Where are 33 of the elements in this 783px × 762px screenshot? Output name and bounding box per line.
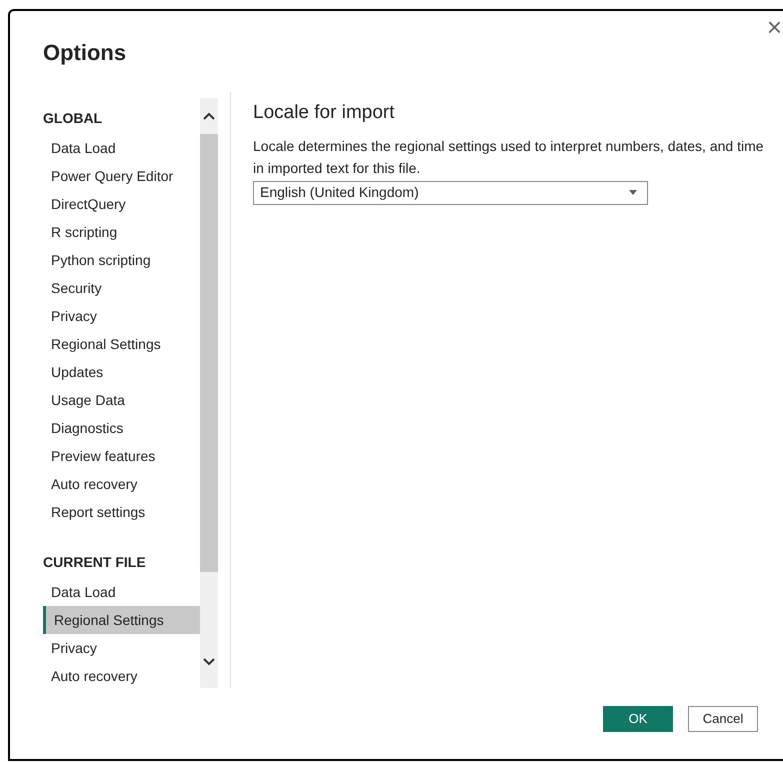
sidebar-item[interactable]: Power Query Editor [43, 162, 200, 190]
chevron-up-icon[interactable] [203, 112, 215, 120]
sidebar-item[interactable]: Updates [43, 358, 200, 386]
sidebar-item[interactable]: Usage Data [43, 386, 200, 414]
sidebar-item[interactable]: Auto recovery [43, 470, 200, 498]
ok-button[interactable]: OK [603, 706, 673, 732]
close-button[interactable]: × [766, 14, 782, 40]
section-heading: CURRENT FILE [43, 552, 147, 572]
description-text: Locale determines the regional settings used to interpret numbers, dates, and time in imported text for this file. [253, 136, 765, 178]
sidebar-item[interactable]: Python scripting [43, 246, 200, 274]
sidebar-item[interactable]: Diagnostics [43, 414, 200, 442]
sidebar-item[interactable]: Security [43, 274, 200, 302]
chevron-down-icon[interactable] [203, 658, 215, 666]
scrollbar-thumb[interactable] [200, 134, 218, 572]
sidebar-item[interactable]: Regional Settings [43, 606, 200, 634]
sidebar-item[interactable]: Report settings [43, 498, 200, 526]
section-title: Locale for import [253, 101, 396, 125]
sidebar-item[interactable]: Preview features [43, 442, 200, 470]
section-heading: GLOBAL [43, 108, 104, 128]
dropdown-value: English (United Kingdom) [260, 183, 419, 202]
sidebar-item[interactable]: Regional Settings [43, 330, 200, 358]
sidebar-item[interactable]: Auto recovery [43, 662, 200, 688]
window-title: Options [43, 39, 126, 67]
sidebar-item[interactable]: Data Load [43, 134, 200, 162]
caret-icon [629, 190, 637, 195]
locale-dropdown[interactable]: English (United Kingdom) [253, 180, 648, 204]
sidebar-item[interactable]: Privacy [43, 302, 200, 330]
sidebar-item[interactable]: Data Load [43, 578, 200, 606]
cancel-button[interactable]: Cancel [688, 706, 758, 732]
sidebar-item[interactable]: Privacy [43, 634, 200, 662]
sidebar-item[interactable]: R scripting [43, 218, 200, 246]
sidebar-item[interactable]: DirectQuery [43, 190, 200, 218]
scrollbar[interactable] [200, 98, 218, 688]
